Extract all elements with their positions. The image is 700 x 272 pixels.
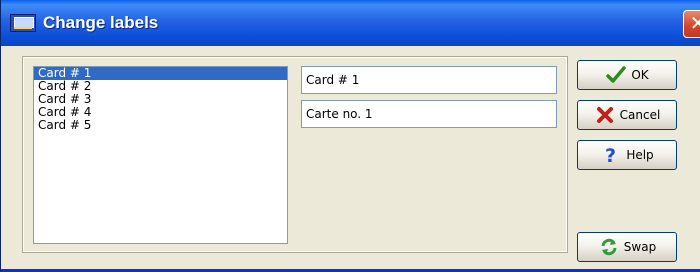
red-x-icon (594, 105, 616, 125)
swap-arrows-icon (598, 237, 620, 257)
window-title: Change labels (43, 13, 159, 32)
card-listbox[interactable]: Card # 1 Card # 2 Card # 3 Card # 4 Card… (33, 66, 288, 244)
label-field-1[interactable]: Card # 1 (301, 66, 557, 94)
swap-label: Swap (623, 240, 657, 254)
title-bar[interactable]: Change labels ✕ (1, 0, 700, 46)
svg-text:?: ? (605, 145, 616, 165)
cancel-button[interactable]: Cancel (577, 100, 677, 130)
checkmark-icon (605, 65, 627, 85)
ok-label: OK (631, 68, 649, 82)
help-button[interactable]: ? Help (577, 140, 677, 170)
list-item-card-5[interactable]: Card # 5 (34, 119, 287, 132)
app-icon (10, 14, 36, 32)
ok-button[interactable]: OK (577, 60, 677, 90)
label-field-2[interactable]: Carte no. 1 (301, 100, 557, 128)
cancel-label: Cancel (619, 108, 661, 122)
help-label: Help (626, 148, 654, 162)
swap-button[interactable]: Swap (577, 232, 677, 262)
change-labels-dialog: Change labels ✕ Card # 1 Card # 2 Card #… (0, 0, 700, 272)
question-mark-icon: ? (600, 145, 622, 165)
close-button[interactable]: ✕ (683, 10, 700, 38)
